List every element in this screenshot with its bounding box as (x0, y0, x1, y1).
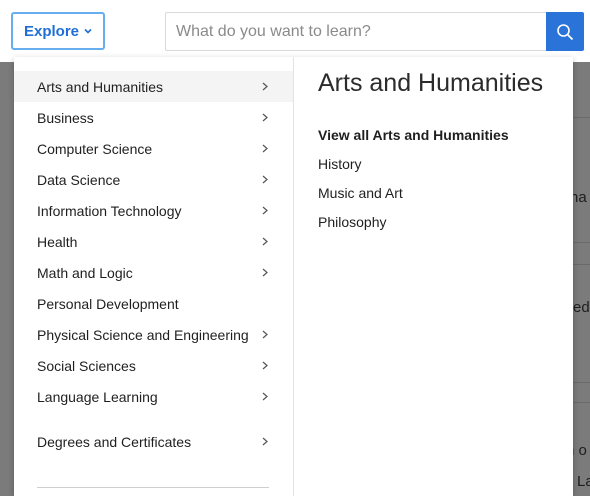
category-item-arts-and-humanities[interactable]: Arts and Humanities (14, 71, 293, 102)
category-label: Arts and Humanities (37, 78, 164, 95)
submenu-link-philosophy[interactable]: Philosophy (318, 214, 387, 230)
category-item-health[interactable]: Health (14, 226, 293, 257)
chevron-right-icon (262, 82, 268, 91)
category-item-degrees-and-certificates[interactable]: Degrees and Certificates (14, 426, 293, 457)
category-list: Arts and Humanities Business Computer Sc… (14, 57, 294, 496)
chevron-right-icon (262, 237, 268, 246)
chevron-right-icon (262, 206, 268, 215)
submenu-link-history[interactable]: History (318, 156, 362, 172)
category-item-business[interactable]: Business (14, 102, 293, 133)
category-label: Degrees and Certificates (37, 433, 192, 450)
menu-divider (37, 487, 269, 488)
category-item-personal-development[interactable]: Personal Development (14, 288, 293, 319)
category-item-language-learning[interactable]: Language Learning (14, 381, 293, 412)
bg-divider (573, 402, 590, 403)
bg-divider (573, 264, 590, 265)
category-label: Math and Logic (37, 264, 133, 281)
explore-dropdown-menu: Arts and Humanities Business Computer Sc… (14, 57, 573, 496)
top-bar: Explore (0, 0, 590, 62)
chevron-right-icon (262, 330, 268, 339)
chevron-down-icon (84, 28, 92, 34)
category-label: Data Science (37, 171, 121, 188)
category-label: Physical Science and Engineering (37, 326, 249, 343)
category-label: Personal Development (37, 295, 179, 312)
explore-label: Explore (23, 22, 80, 40)
category-item-math-and-logic[interactable]: Math and Logic (14, 257, 293, 288)
submenu-panel: Arts and Humanities View all Arts and Hu… (294, 57, 573, 496)
category-item-physical-science-and-engineering[interactable]: Physical Science and Engineering (14, 319, 293, 350)
category-item-social-sciences[interactable]: Social Sciences (14, 350, 293, 381)
submenu-link-view-all[interactable]: View all Arts and Humanities (318, 127, 509, 143)
submenu-link-music-and-art[interactable]: Music and Art (318, 185, 403, 201)
category-label: Business (37, 109, 94, 126)
search-icon (557, 23, 574, 40)
chevron-right-icon (262, 175, 268, 184)
category-label: Language Learning (37, 388, 158, 405)
category-item-computer-science[interactable]: Computer Science (14, 133, 293, 164)
search-input[interactable] (166, 13, 546, 50)
category-label: Social Sciences (37, 357, 136, 374)
bg-text-fragment: La (577, 473, 590, 490)
category-item-information-technology[interactable]: Information Technology (14, 195, 293, 226)
submenu-title: Arts and Humanities (318, 69, 544, 97)
search-button[interactable] (546, 12, 584, 51)
category-label: Information Technology (37, 202, 182, 219)
chevron-right-icon (262, 144, 268, 153)
bg-divider (573, 382, 590, 383)
category-item-data-science[interactable]: Data Science (14, 164, 293, 195)
bg-divider (573, 117, 590, 118)
chevron-right-icon (262, 361, 268, 370)
chevron-right-icon (262, 437, 268, 446)
category-label: Health (37, 233, 78, 250)
chevron-right-icon (262, 113, 268, 122)
search-box (165, 12, 546, 51)
chevron-right-icon (262, 268, 268, 277)
bg-divider (573, 242, 590, 243)
bg-text-fragment: ed (573, 299, 590, 316)
explore-button[interactable]: Explore (11, 12, 105, 50)
chevron-right-icon (262, 392, 268, 401)
category-label: Computer Science (37, 140, 153, 157)
